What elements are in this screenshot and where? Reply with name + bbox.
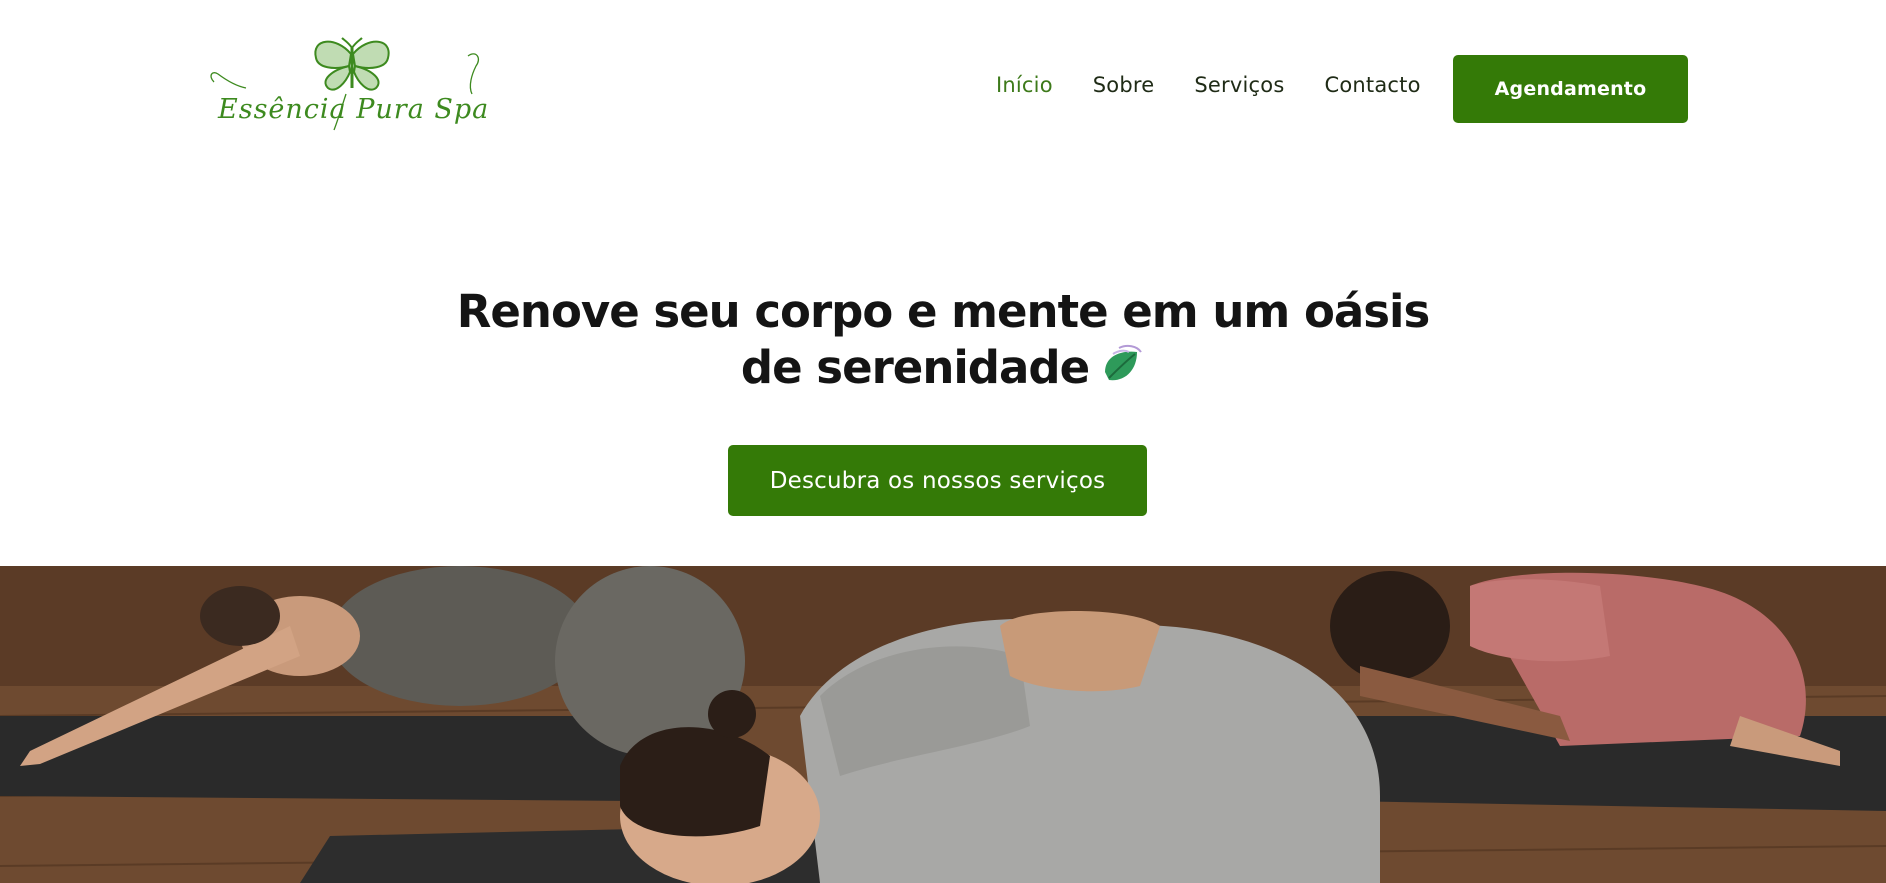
nav-item-sobre[interactable]: Sobre [1093,73,1155,97]
hero-title: Renove seu corpo e mente em um oásis de … [443,284,1443,401]
yoga-scene-illustration [0,566,1886,883]
agendamento-button[interactable]: Agendamento [1453,55,1688,123]
hero-title-line1: Renove seu corpo e mente em um oásis [456,285,1431,338]
nav-item-servicos[interactable]: Serviços [1194,73,1284,97]
nav-item-contacto[interactable]: Contacto [1324,73,1420,97]
butterfly-logo-icon [210,37,480,131]
main-nav: Início Sobre Serviços Contacto [996,73,1421,97]
yoga-class-photo [0,566,1886,883]
leaf-icon [1099,342,1145,401]
logo-text: Essência Pura Spa [218,94,490,125]
site-header: Essência Pura Spa Início Sobre Serviços … [0,0,1886,178]
hero-title-line2: de serenidade [740,341,1090,394]
nav-item-inicio[interactable]: Início [996,73,1053,97]
discover-services-button[interactable]: Descubra os nossos serviços [728,445,1147,516]
logo[interactable]: Essência Pura Spa [206,36,496,144]
hero-title-line2-wrap: de serenidade [443,340,1443,401]
